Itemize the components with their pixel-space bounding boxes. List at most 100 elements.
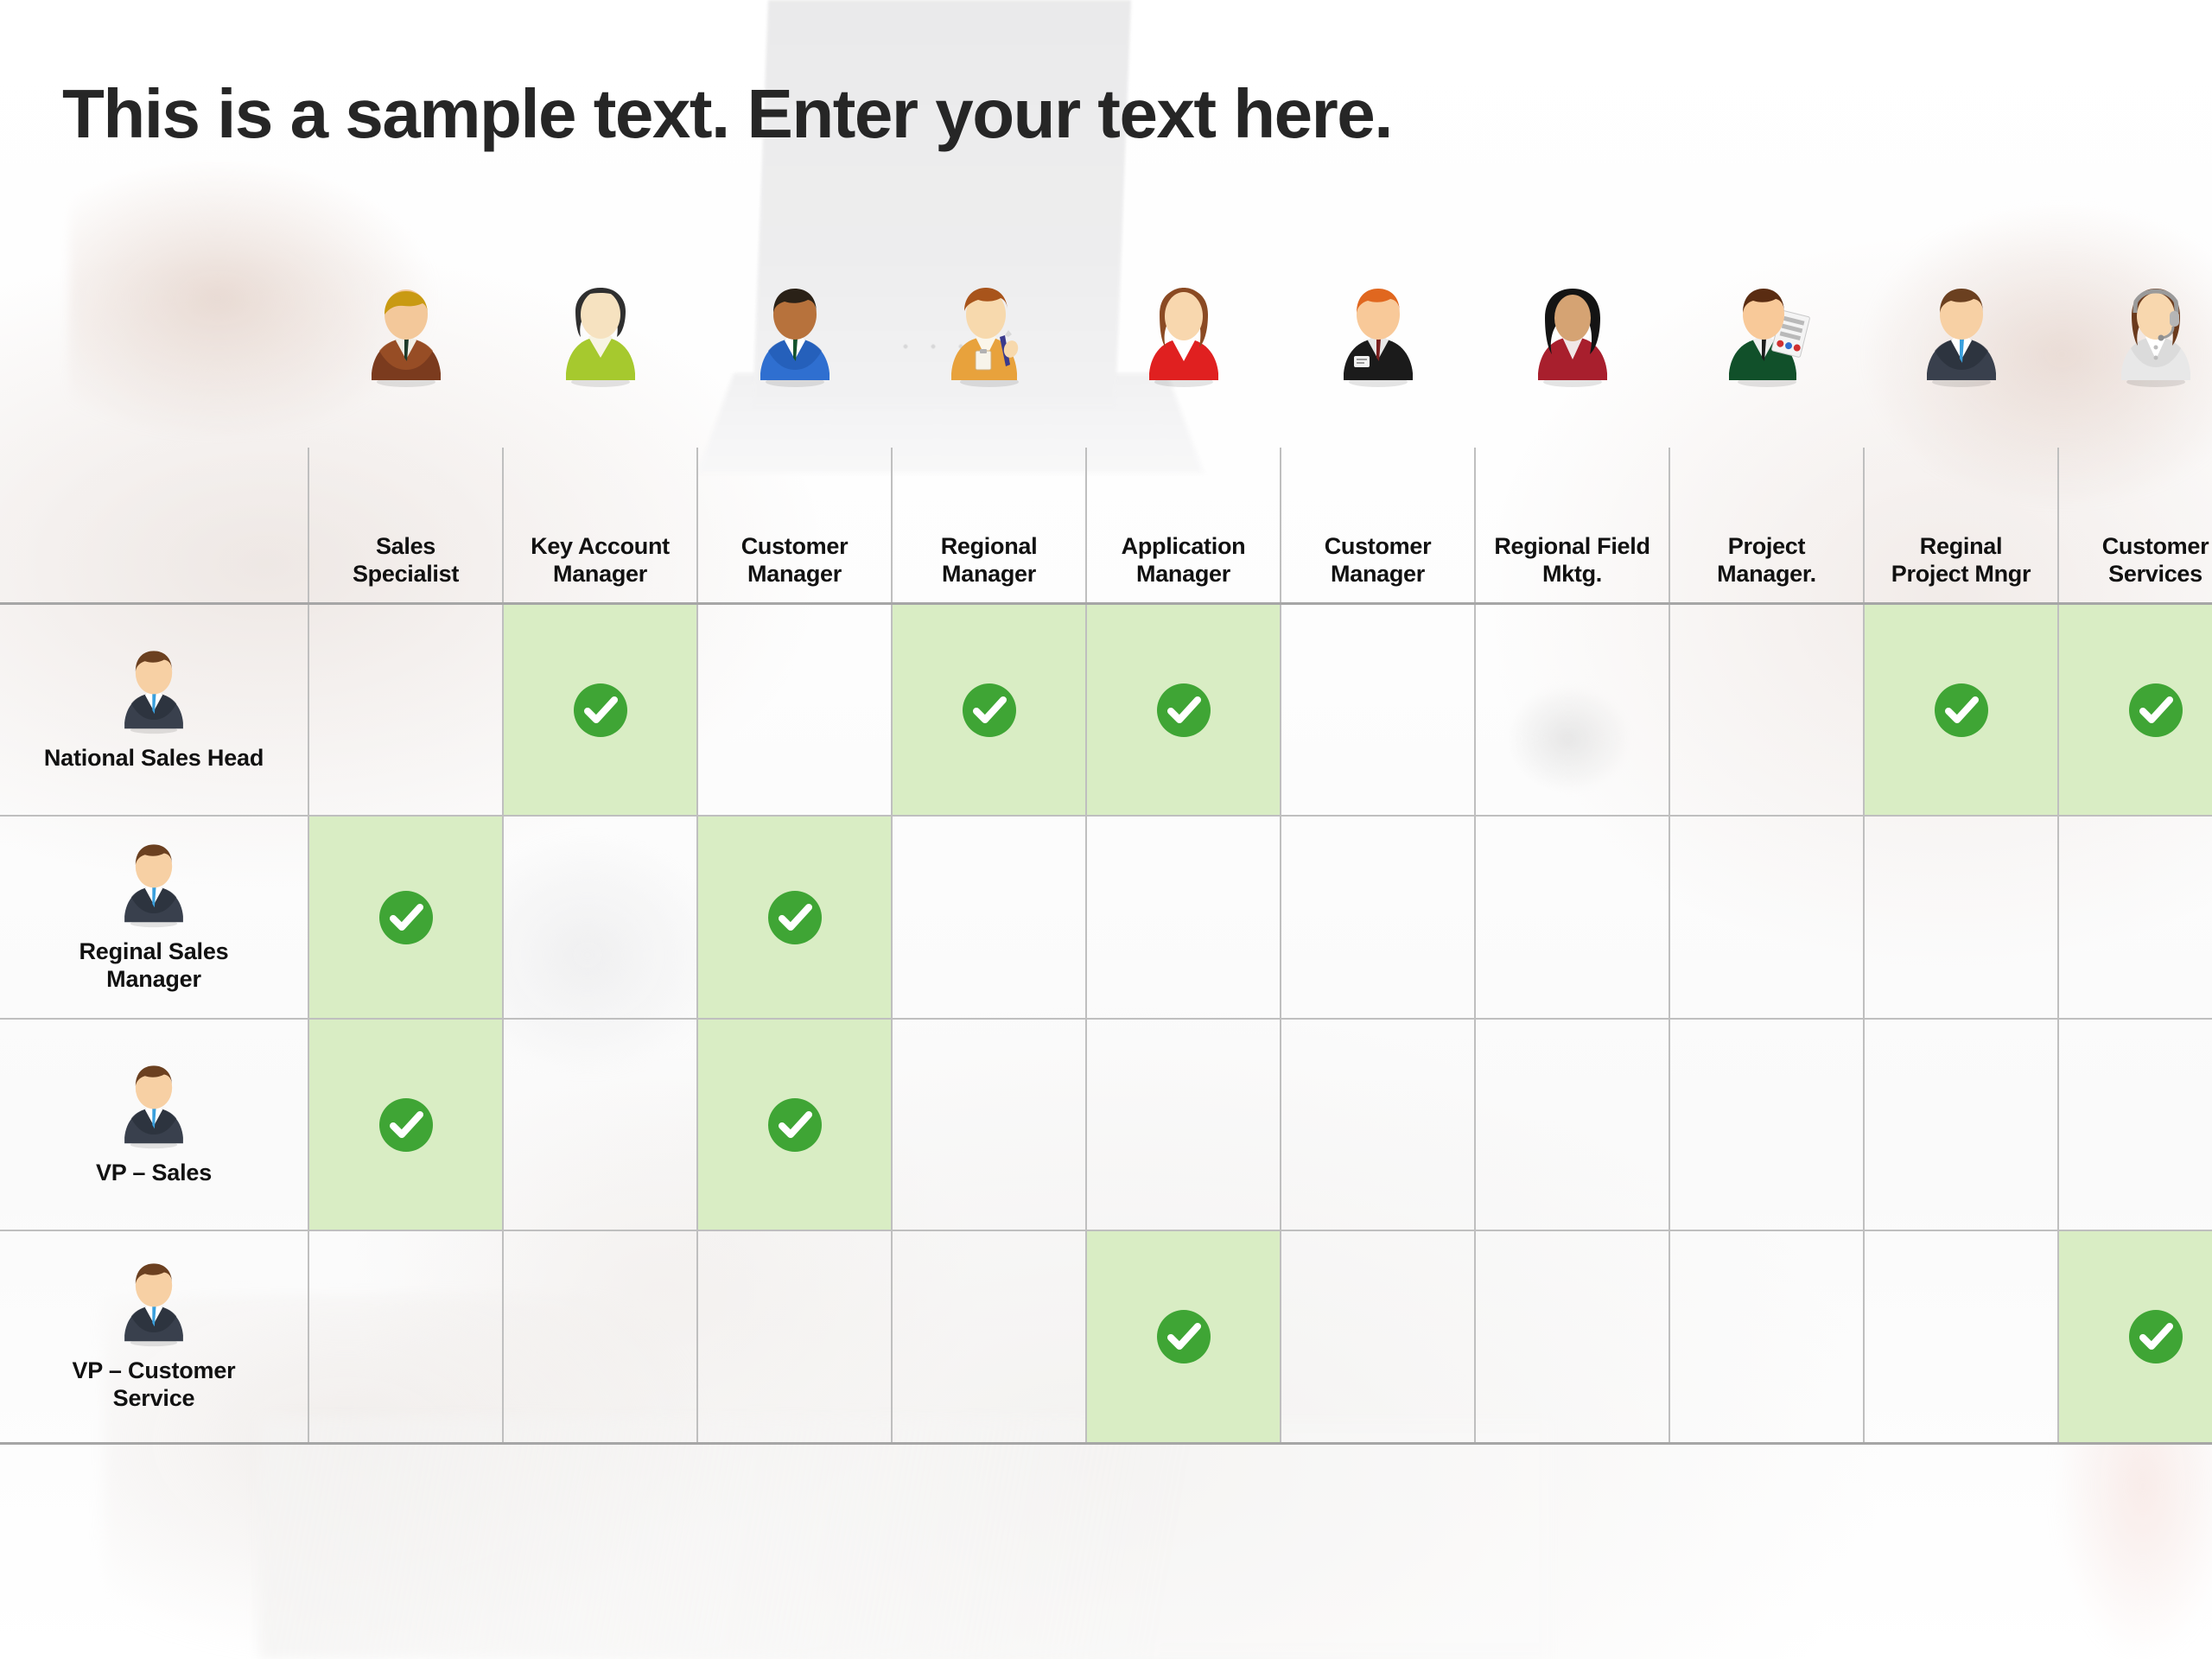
column-header-label: Regional Field Mktg. (1494, 533, 1650, 588)
column-header-label: Application Manager (1121, 533, 1246, 588)
matrix-cell[interactable] (1281, 1020, 1476, 1230)
background-papers (259, 1417, 1555, 1659)
person-male-black-suit-badge-icon (1332, 289, 1425, 468)
matrix-cell[interactable] (1087, 605, 1281, 815)
matrix-cell[interactable] (1865, 1020, 2059, 1230)
column-header-project-manager[interactable]: Project Manager. (1670, 289, 1865, 602)
row-header-national-sales-head[interactable]: National Sales Head (0, 605, 309, 815)
matrix-cell[interactable] (893, 817, 1087, 1018)
check-circle-icon (1934, 683, 1988, 737)
column-header-reginal-project-mngr[interactable]: Reginal Project Mngr (1865, 289, 2059, 602)
person-male-green-suit-chart-icon (1720, 289, 1814, 468)
matrix-cell[interactable] (2059, 605, 2212, 815)
row-header-label: VP – Customer Service (72, 1357, 236, 1411)
matrix-cell[interactable] (309, 1231, 504, 1442)
check-circle-icon (378, 1097, 433, 1152)
matrix-cell[interactable] (309, 1020, 504, 1230)
column-header-customer-services[interactable]: Customer Services (2059, 289, 2212, 602)
matrix-cell[interactable] (698, 817, 893, 1018)
matrix-cell[interactable] (1865, 1231, 2059, 1442)
column-header-label: Sales Specialist (352, 533, 460, 588)
matrix-cell[interactable] (1476, 1020, 1670, 1230)
matrix-cell[interactable] (309, 817, 504, 1018)
column-header-label: Regional Manager (940, 533, 1038, 588)
row-header-label: Reginal Sales Manager (79, 938, 229, 992)
person-female-green-top-icon (554, 288, 647, 468)
column-header-customer-manager-2[interactable]: Customer Manager (1281, 289, 1476, 602)
check-circle-icon (767, 1097, 822, 1152)
row-header-vp-sales[interactable]: VP – Sales (0, 1020, 309, 1230)
column-header-regional-field-mktg[interactable]: Regional Field Mktg. (1476, 289, 1670, 602)
matrix-cell[interactable] (893, 1231, 1087, 1442)
matrix-cell[interactable] (893, 605, 1087, 815)
matrix-cell[interactable] (1087, 1231, 1281, 1442)
person-female-headset-icon (2109, 289, 2202, 468)
responsibility-matrix: Sales Specialist Key Account Manager Cus… (0, 288, 2212, 1445)
check-circle-icon (1156, 683, 1211, 737)
matrix-cell[interactable] (893, 1020, 1087, 1230)
matrix-cell[interactable] (1670, 1231, 1865, 1442)
person-male-navy-suit-icon (114, 648, 194, 734)
matrix-cell[interactable] (1476, 605, 1670, 815)
matrix-cell[interactable] (698, 1231, 893, 1442)
matrix-cell[interactable] (2059, 1231, 2212, 1442)
matrix-cell[interactable] (1087, 817, 1281, 1018)
matrix-cell[interactable] (698, 1020, 893, 1230)
person-male-navy-suit-icon (114, 1063, 194, 1149)
matrix-cell[interactable] (1281, 817, 1476, 1018)
matrix-row: Reginal Sales Manager (0, 817, 2212, 1020)
row-header-vp-customer-service[interactable]: VP – Customer Service (0, 1231, 309, 1442)
matrix-corner-cell (0, 448, 309, 602)
column-header-regional-manager[interactable]: Regional Manager (893, 288, 1087, 602)
column-header-label: Project Manager. (1717, 533, 1816, 588)
matrix-cell[interactable] (504, 1231, 698, 1442)
matrix-row: VP – Customer Service (0, 1231, 2212, 1445)
matrix-cell[interactable] (1865, 605, 2059, 815)
row-header-reginal-sales-manager[interactable]: Reginal Sales Manager (0, 817, 309, 1018)
column-header-label: Customer Manager (741, 533, 849, 588)
column-header-label: Customer Services (2101, 533, 2209, 588)
matrix-cell[interactable] (504, 605, 698, 815)
person-male-brown-suit-icon (359, 289, 453, 468)
check-circle-icon (2128, 1310, 2183, 1363)
matrix-cell[interactable] (504, 817, 698, 1018)
matrix-cell[interactable] (2059, 1020, 2212, 1230)
column-header-label: Key Account Manager (531, 533, 670, 588)
matrix-cell[interactable] (309, 605, 504, 815)
person-male-navy-suit-icon (1915, 289, 2008, 468)
matrix-header-row: Sales Specialist Key Account Manager Cus… (0, 288, 2212, 605)
matrix-cell[interactable] (1476, 1231, 1670, 1442)
check-circle-icon (378, 890, 433, 944)
person-male-navy-suit-icon (114, 842, 194, 928)
check-circle-icon (962, 683, 1016, 737)
person-female-dark-hair-icon (1526, 289, 1619, 468)
row-header-label: VP – Sales (95, 1159, 213, 1185)
person-male-blue-suit-icon (748, 289, 842, 468)
matrix-cell[interactable] (698, 605, 893, 815)
row-header-label: National Sales Head (43, 744, 264, 771)
column-header-label: Reginal Project Mngr (1891, 533, 2031, 588)
person-female-red-top-icon (1137, 288, 1230, 468)
matrix-cell[interactable] (504, 1020, 698, 1230)
column-header-key-account-manager[interactable]: Key Account Manager (504, 288, 698, 602)
person-female-clipboard-icon (943, 288, 1036, 468)
column-header-sales-specialist[interactable]: Sales Specialist (309, 289, 504, 602)
matrix-cell[interactable] (1281, 1231, 1476, 1442)
column-header-customer-manager-1[interactable]: Customer Manager (698, 289, 893, 602)
matrix-cell[interactable] (1865, 817, 2059, 1018)
matrix-cell[interactable] (1670, 1020, 1865, 1230)
column-header-application-manager[interactable]: Application Manager (1087, 288, 1281, 602)
matrix-cell[interactable] (1087, 1020, 1281, 1230)
check-circle-icon (2128, 683, 2183, 737)
matrix-row: National Sales Head (0, 605, 2212, 817)
matrix-cell[interactable] (2059, 817, 2212, 1018)
check-circle-icon (1156, 1310, 1211, 1363)
person-male-navy-suit-icon (114, 1261, 194, 1347)
matrix-cell[interactable] (1670, 817, 1865, 1018)
check-circle-icon (767, 890, 822, 944)
matrix-cell[interactable] (1476, 817, 1670, 1018)
matrix-cell[interactable] (1670, 605, 1865, 815)
matrix-cell[interactable] (1281, 605, 1476, 815)
matrix-row: VP – Sales (0, 1020, 2212, 1231)
column-header-label: Customer Manager (1324, 533, 1432, 588)
